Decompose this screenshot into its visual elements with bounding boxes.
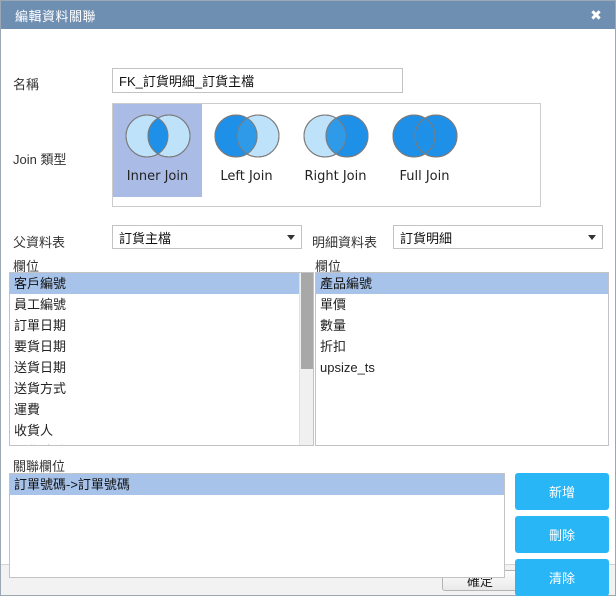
venn-right-join-icon <box>303 114 368 158</box>
detail-fields-listbox[interactable]: 產品編號 單價 數量 折扣 upsize_ts <box>315 272 609 446</box>
join-option-left[interactable]: Left Join <box>202 104 291 197</box>
join-type-group: Inner Join Left Join Right Join Full Joi… <box>112 103 541 207</box>
scrollbar-thumb[interactable] <box>301 273 313 369</box>
parent-fields-listbox[interactable]: 客戶編號員工編號訂單日期要貨日期送貨日期送貨方式運費收貨人送貨地址 <box>9 272 314 446</box>
list-item[interactable]: 訂單日期 <box>10 315 299 336</box>
list-item[interactable]: 送貨日期 <box>10 357 299 378</box>
list-item[interactable]: 折扣 <box>316 336 608 357</box>
list-item[interactable]: 訂單號碼->訂單號碼 <box>10 474 504 495</box>
dialog-title: 編輯資料關聯 <box>15 8 97 24</box>
parent-fields-items: 客戶編號員工編號訂單日期要貨日期送貨日期送貨方式運費收貨人送貨地址 <box>10 273 299 445</box>
list-item[interactable]: 單價 <box>316 294 608 315</box>
list-item[interactable]: 員工編號 <box>10 294 299 315</box>
join-type-label: Join 類型 <box>13 152 67 167</box>
chevron-down-icon <box>287 234 295 240</box>
relation-actions: 新增 刪除 清除 <box>515 473 609 596</box>
venn-left-join-icon <box>214 114 279 158</box>
relation-fields-listbox[interactable]: 訂單號碼->訂單號碼 <box>9 473 505 578</box>
list-item[interactable]: 產品編號 <box>316 273 608 294</box>
dialog-body: 名稱 Join 類型 Inner Join <box>1 29 615 596</box>
join-option-right[interactable]: Right Join <box>291 104 380 197</box>
chevron-down-icon <box>588 234 596 240</box>
detail-table-value: 訂貨明細 <box>400 230 453 246</box>
parent-fields-scrollbar[interactable] <box>299 273 313 445</box>
dialog-titlebar: 編輯資料關聯 ✖ <box>1 1 615 29</box>
venn-inner-join-icon <box>125 114 190 158</box>
name-label: 名稱 <box>13 77 40 92</box>
parent-table-select[interactable]: 訂貨主檔 <box>112 225 302 249</box>
join-option-right-label: Right Join <box>304 169 367 184</box>
list-item[interactable]: 數量 <box>316 315 608 336</box>
list-item[interactable]: 送貨地址 <box>10 441 299 445</box>
join-option-inner-label: Inner Join <box>126 169 189 184</box>
detail-table-select[interactable]: 訂貨明細 <box>393 225 603 249</box>
edit-relation-dialog: 編輯資料關聯 ✖ 名稱 Join 類型 Inner Join <box>0 0 616 596</box>
clear-button[interactable]: 清除 <box>515 559 609 596</box>
join-option-inner[interactable]: Inner Join <box>113 104 202 197</box>
delete-button[interactable]: 刪除 <box>515 516 609 553</box>
list-item[interactable]: 運費 <box>10 399 299 420</box>
list-item[interactable]: 送貨方式 <box>10 378 299 399</box>
name-input[interactable] <box>112 68 403 93</box>
list-item[interactable]: upsize_ts <box>316 357 608 378</box>
close-icon[interactable]: ✖ <box>585 1 607 29</box>
detail-table-label: 明細資料表 <box>312 235 378 250</box>
parent-table-value: 訂貨主檔 <box>119 230 172 246</box>
join-option-full-label: Full Join <box>399 169 450 184</box>
list-item[interactable]: 收貨人 <box>10 420 299 441</box>
list-item[interactable]: 要貨日期 <box>10 336 299 357</box>
add-button[interactable]: 新增 <box>515 473 609 510</box>
relation-fields-items: 訂單號碼->訂單號碼 <box>10 474 504 577</box>
list-item[interactable]: 客戶編號 <box>10 273 299 294</box>
join-option-left-label: Left Join <box>220 169 273 184</box>
venn-full-join-icon <box>392 114 457 158</box>
parent-table-label: 父資料表 <box>13 235 66 250</box>
join-option-full[interactable]: Full Join <box>380 104 469 197</box>
detail-fields-items: 產品編號 單價 數量 折扣 upsize_ts <box>316 273 608 445</box>
